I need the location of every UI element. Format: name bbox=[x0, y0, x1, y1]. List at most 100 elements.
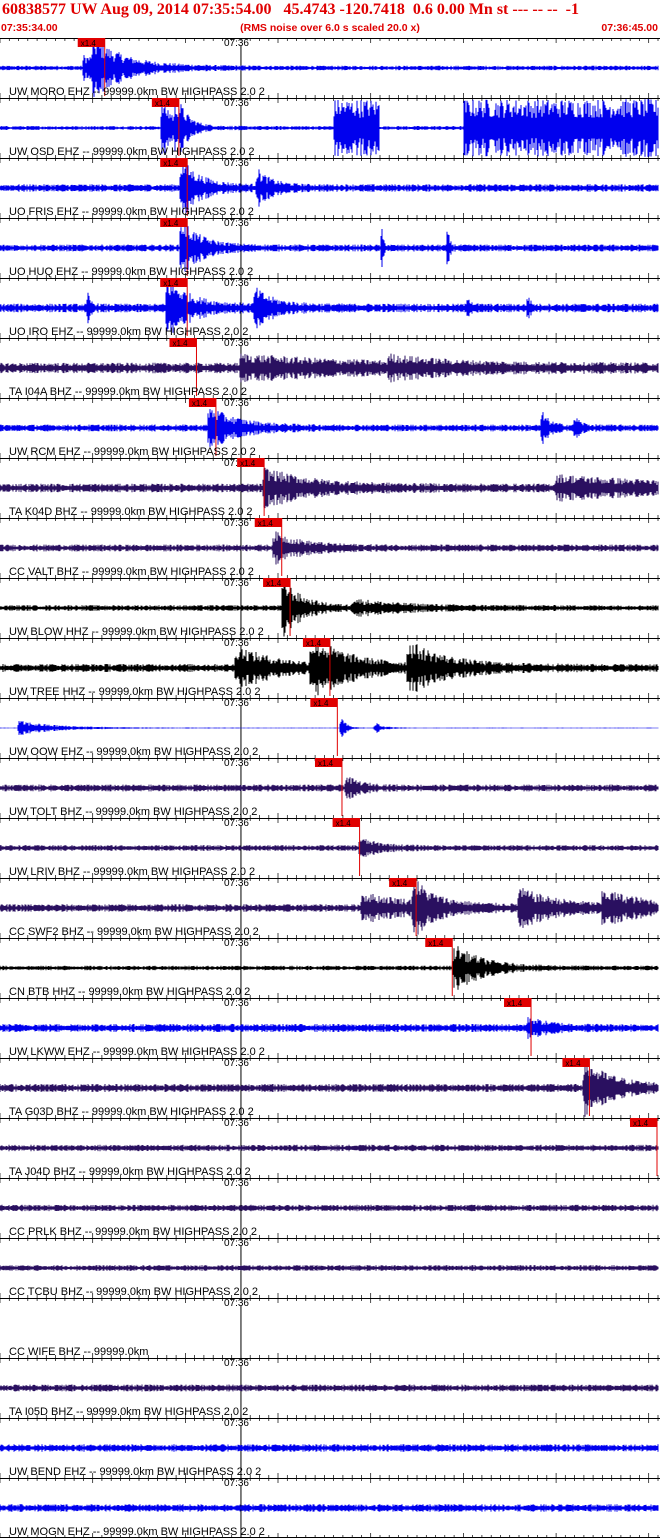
minute-tick-label: 07:36 bbox=[224, 1178, 249, 1189]
minute-tick-label: 07:36 bbox=[224, 1058, 249, 1069]
minute-tick-label: 07:36 bbox=[224, 1298, 249, 1309]
pick-label: x1.4 bbox=[428, 939, 444, 948]
pick-label: x1.4 bbox=[163, 279, 179, 288]
trace-row: 07:36 x1.4 UW TOLT BHZ -- 99999.0km BW HIG… bbox=[0, 758, 660, 818]
pick-label: x1.4 bbox=[81, 39, 97, 48]
pick-label: x1.4 bbox=[565, 1059, 581, 1068]
station-label: UW BEND EHZ -- 99999.0km BW HIGHPASS 2.0… bbox=[9, 1466, 261, 1478]
pick-label: x1.4 bbox=[633, 1119, 649, 1128]
pick-label: x1.4 bbox=[163, 219, 179, 228]
header: 60838577 UW Aug 09, 2014 07:35:54.00 45.… bbox=[0, 0, 660, 38]
trace-row: 07:36 x1.4 CC VALT BHZ -- 99999.0km BW HIG… bbox=[0, 518, 660, 578]
trace-row: 07:36 x1.4 UO HUQ EHZ -- 99999.0km BW HIGH… bbox=[0, 218, 660, 278]
pick-label: x1.4 bbox=[172, 339, 188, 348]
minute-tick-label: 07:36 bbox=[224, 398, 249, 409]
minute-tick-label: 07:36 bbox=[224, 1238, 249, 1249]
waveform bbox=[0, 467, 659, 509]
waveform bbox=[0, 1265, 659, 1271]
waveform bbox=[0, 719, 659, 737]
pick-label: x1.4 bbox=[336, 819, 352, 828]
pick-label: x1.4 bbox=[155, 99, 171, 108]
station-label: CC PRLK BHZ -- 99999.0km BW HIGHPASS 2.0… bbox=[9, 1226, 257, 1238]
trace-row: 07:36 x1.4 UW LRIV BHZ -- 99999.0km BW HIG… bbox=[0, 818, 660, 878]
trace-row: 07:36 CC WIFE BHZ -- 99999.0km bbox=[0, 1298, 660, 1358]
minute-tick-label: 07:36 bbox=[224, 338, 249, 349]
minute-tick-label: 07:36 bbox=[224, 1478, 249, 1489]
station-label: CC TCBU BHZ -- 99999.0km BW HIGHPASS 2.0… bbox=[9, 1286, 258, 1298]
minute-tick-label: 07:36 bbox=[224, 698, 249, 709]
trace-row: 07:36 UW MOGN EHZ -- 99999.0km BW HIGHPAS… bbox=[0, 1478, 660, 1538]
minute-tick-label: 07:36 bbox=[224, 998, 249, 1009]
station-label: CC WIFE BHZ -- 99999.0km bbox=[9, 1346, 148, 1358]
waveform bbox=[0, 1144, 659, 1152]
minute-tick-label: 07:36 bbox=[224, 158, 249, 169]
trace-row: 07:36 TA I05D BHZ -- 99999.0km BW HIGHPAS… bbox=[0, 1358, 660, 1418]
end-time-label: 07:36:45.00 bbox=[601, 22, 658, 34]
pick-label: x1.4 bbox=[507, 999, 523, 1008]
waveform bbox=[0, 1384, 659, 1392]
station-label: TA G03D BHZ -- 99999.0km BW HIGHPASS 2.0… bbox=[9, 1106, 254, 1118]
trace-row: 07:36 x1.4 UW OOW EHZ -- 99999.0km BW HIGH… bbox=[0, 698, 660, 758]
minute-tick-label: 07:36 bbox=[224, 878, 249, 889]
station-label: UW OSD EHZ -- 99999.0km BW HIGHPASS 2.0 … bbox=[9, 146, 255, 158]
pick-label: x1.4 bbox=[266, 579, 282, 588]
trace-row: 07:36 x1.4 CN BTB HHZ -- 99999.0km BW HIGH… bbox=[0, 938, 660, 998]
trace-row: 07:36 x1.4 TA J04D BHZ -- 99999.0km BW HIG… bbox=[0, 1118, 660, 1178]
station-label: TA J04D BHZ -- 99999.0km BW HIGHPASS 2.0… bbox=[9, 1166, 251, 1178]
minute-tick-label: 07:36 bbox=[224, 1118, 249, 1129]
seismogram-plot: 07:36x1.4UW MORO EHZ -- 99999.0km BW HIG… bbox=[0, 38, 660, 1538]
minute-tick-label: 07:36 bbox=[224, 278, 249, 289]
minute-tick-label: 07:36 bbox=[224, 758, 249, 769]
trace-row: 07:36 x1.4 UW RCM EHZ -- 99999.0km BW HIGH… bbox=[0, 398, 660, 458]
pick-label: x1.4 bbox=[192, 399, 208, 408]
minute-tick-label: 07:36 bbox=[224, 818, 249, 829]
minute-tick-label: 07:36 bbox=[224, 638, 249, 649]
trace-row: 07:36 x1.4 UO IRO EHZ -- 99999.0km BW HIGH… bbox=[0, 278, 660, 338]
waveform bbox=[0, 224, 659, 272]
minute-tick-label: 07:36 bbox=[224, 38, 249, 49]
station-label: UW LRIV BHZ -- 99999.0km BW HIGHPASS 2.0… bbox=[9, 866, 255, 878]
minute-tick-label: 07:36 bbox=[224, 938, 249, 949]
rms-noise-note: (RMS noise over 6.0 s scaled 20.0 x) bbox=[240, 22, 420, 34]
trace-row: 07:36 x1.4 CC SWF2 BHZ -- 99999.0km BW HIG… bbox=[0, 878, 660, 938]
waveform bbox=[0, 1444, 659, 1452]
pick-label: x1.4 bbox=[318, 759, 334, 768]
trace-row: 07:36 x1.4 TA G03D BHZ -- 99999.0km BW HIG… bbox=[0, 1058, 660, 1118]
pick-label: x1.4 bbox=[258, 519, 274, 528]
station-label: UW LKWW EHZ -- 99999.0km BW HIGHPASS 2.0… bbox=[9, 1046, 265, 1058]
trace-row: 07:36 x1.4 UW LKWW EHZ -- 99999.0km BW HIG… bbox=[0, 998, 660, 1058]
trace-row: 07:36 CC TCBU BHZ -- 99999.0km BW HIGHPAS… bbox=[0, 1238, 660, 1298]
trace-row: 07:36 x1.4 UW MORO EHZ -- 99999.0km BW HIG… bbox=[0, 38, 660, 98]
station-label: UW OOW EHZ -- 99999.0km BW HIGHPASS 2.0 … bbox=[9, 746, 258, 758]
pick-label: x1.4 bbox=[163, 159, 179, 168]
waveform bbox=[0, 531, 659, 565]
waveform bbox=[0, 409, 659, 447]
station-label: UO HUQ EHZ -- 99999.0km BW HIGHPASS 2.0 … bbox=[9, 266, 253, 278]
trace-row: 07:36 x1.4 UO FRIS EHZ -- 99999.0km BW HIG… bbox=[0, 158, 660, 218]
station-label: UW MORO EHZ -- 99999.0km BW HIGHPASS 2.0… bbox=[9, 86, 265, 98]
station-label: CC SWF2 BHZ -- 99999.0km BW HIGHPASS 2.0… bbox=[9, 926, 259, 938]
station-label: UW BLOW HHZ -- 99999.0km BW HIGHPASS 2.0… bbox=[9, 626, 264, 638]
waveform bbox=[0, 839, 659, 857]
pick-label: x1.4 bbox=[313, 699, 329, 708]
trace-row: 07:36 CC PRLK BHZ -- 99999.0km BW HIGHPAS… bbox=[0, 1178, 660, 1238]
waveform bbox=[0, 1204, 659, 1212]
pick-label: x1.4 bbox=[392, 879, 408, 888]
pick-label: x1.4 bbox=[306, 639, 322, 648]
station-label: TA I04A BHZ -- 99999.0km BW HIGHPASS 2.0… bbox=[9, 386, 247, 398]
station-label: UW MOGN EHZ -- 99999.0km BW HIGHPASS 2.0… bbox=[9, 1526, 265, 1538]
event-title: 60838577 UW Aug 09, 2014 07:35:54.00 45.… bbox=[2, 1, 579, 18]
trace-row: 07:36 UW BEND EHZ -- 99999.0km BW HIGHPAS… bbox=[0, 1418, 660, 1478]
station-label: UW RCM EHZ -- 99999.0km BW HIGHPASS 2.0 … bbox=[9, 446, 256, 458]
trace-row: 07:36 x1.4 UW BLOW HHZ -- 99999.0km BW HIG… bbox=[0, 578, 660, 638]
waveform bbox=[0, 1017, 659, 1039]
station-label: UW TOLT BHZ -- 99999.0km BW HIGHPASS 2.0… bbox=[9, 806, 257, 818]
station-label: UO FRIS EHZ -- 99999.0km BW HIGHPASS 2.0… bbox=[9, 206, 254, 218]
minute-tick-label: 07:36 bbox=[224, 218, 249, 229]
minute-tick-label: 07:36 bbox=[224, 98, 249, 109]
pick-label: x1.4 bbox=[240, 459, 256, 468]
minute-tick-label: 07:36 bbox=[224, 518, 249, 529]
trace-row: 07:36 x1.4 UW OSD EHZ -- 99999.0km BW HIGH… bbox=[0, 98, 660, 158]
trace-row: 07:36x1.4TA K04D BHZ -- 99999.0km BW HIG… bbox=[0, 458, 660, 518]
station-label: TA K04D BHZ -- 99999.0km BW HIGHPASS 2.0… bbox=[9, 506, 253, 518]
